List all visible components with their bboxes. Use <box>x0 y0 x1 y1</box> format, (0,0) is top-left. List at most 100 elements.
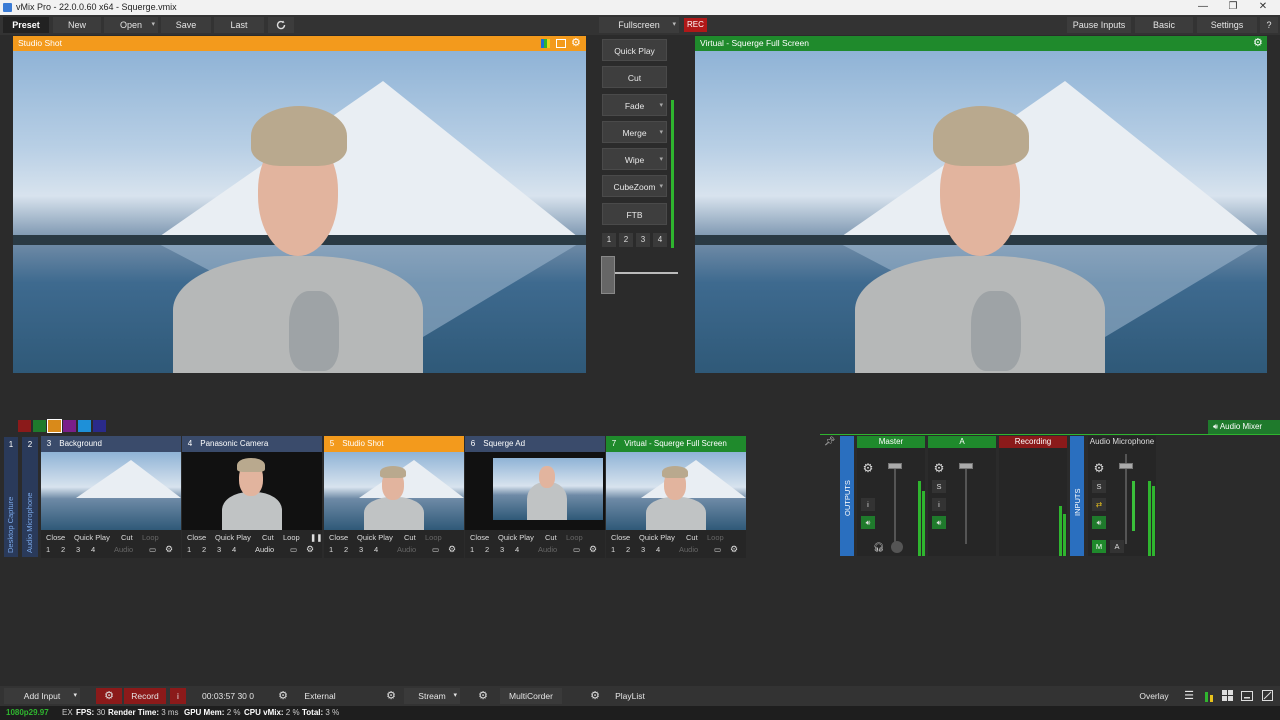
new-button[interactable]: New <box>53 17 101 33</box>
merge-button[interactable]: Merge ▾ <box>602 121 667 143</box>
overlay-1-button[interactable]: 1 <box>611 545 615 554</box>
monitor-icon[interactable]: ▭ <box>149 545 156 554</box>
transition-4-button[interactable]: 4 <box>653 233 667 247</box>
input-cut-button[interactable]: Cut <box>121 533 133 542</box>
master-info-button[interactable]: i <box>861 498 875 511</box>
overlay-2-button[interactable]: 2 <box>61 545 65 554</box>
quick-play-button[interactable]: Quick Play <box>602 39 667 61</box>
external-gear-icon[interactable]: ⚙ <box>270 688 296 704</box>
overlay-3-button[interactable]: 3 <box>500 545 504 554</box>
overlay-2-button[interactable]: 2 <box>626 545 630 554</box>
settings-button[interactable]: Settings <box>1197 17 1257 33</box>
minimize-button[interactable]: — <box>1188 1 1218 14</box>
input-loop-button[interactable]: Loop <box>283 533 300 542</box>
input-thumbnail[interactable] <box>324 452 464 530</box>
monitor-icon[interactable]: ▭ <box>714 545 721 554</box>
color-filter-purple[interactable] <box>63 420 76 432</box>
overlay-2-button[interactable]: 2 <box>344 545 348 554</box>
input-header[interactable]: 5 Studio Shot <box>324 436 464 452</box>
bus-a-solo-button[interactable]: S <box>932 480 946 493</box>
input-audio-button[interactable]: Audio <box>397 545 416 554</box>
bus-a-fader[interactable] <box>959 463 973 469</box>
monitor-icon[interactable]: ▭ <box>432 545 439 554</box>
input-loop-button[interactable]: Loop <box>142 533 159 542</box>
wipe-button[interactable]: Wipe ▾ <box>602 148 667 170</box>
input-close-button[interactable]: Close <box>470 533 489 542</box>
input-cut-button[interactable]: Cut <box>404 533 416 542</box>
fullscreen-button[interactable]: Fullscreen <box>599 17 679 33</box>
external-button[interactable]: External <box>298 688 342 704</box>
output-gear-icon[interactable]: ⚙ <box>1253 36 1263 51</box>
input-loop-button[interactable]: Loop <box>566 533 583 542</box>
overlay-2-button[interactable]: 2 <box>202 545 206 554</box>
record-info-button[interactable]: i <box>170 688 186 704</box>
input-close-button[interactable]: Close <box>329 533 348 542</box>
input-quick-play-button[interactable]: Quick Play <box>357 533 393 542</box>
input-audio-button[interactable]: Audio <box>114 545 133 554</box>
transition-2-button[interactable]: 2 <box>619 233 633 247</box>
input-cut-button[interactable]: Cut <box>686 533 698 542</box>
overlay-4-button[interactable]: 4 <box>91 545 95 554</box>
pause-inputs-button[interactable]: Pause Inputs <box>1067 17 1131 33</box>
last-button[interactable]: Last <box>214 17 264 33</box>
open-button[interactable]: Open <box>104 17 158 33</box>
input-audio-button[interactable]: Audio <box>255 545 274 554</box>
color-filter-navy[interactable] <box>93 420 106 432</box>
input-header[interactable]: 6 Squerge Ad <box>465 436 605 452</box>
list-view-icon[interactable]: ☰ <box>1182 688 1196 704</box>
pin-icon[interactable]: 📌︎ <box>824 436 835 446</box>
overlay-1-button[interactable]: 1 <box>46 545 50 554</box>
master-speaker-icon[interactable]: 🔊︎ <box>861 516 875 529</box>
overlay-1-button[interactable]: 1 <box>470 545 474 554</box>
save-button[interactable]: Save <box>161 17 211 33</box>
input-thumbnail[interactable] <box>465 452 605 530</box>
input-gear-icon[interactable]: ⚙ <box>448 544 456 555</box>
input-quick-play-button[interactable]: Quick Play <box>639 533 675 542</box>
restore-button[interactable]: ❐ <box>1218 1 1248 14</box>
input-header[interactable]: 7 Virtual - Squerge Full Screen <box>606 436 746 452</box>
color-filter-orange[interactable] <box>47 419 62 433</box>
input-quick-play-button[interactable]: Quick Play <box>74 533 110 542</box>
bus-a-gear-icon[interactable]: ⚙ <box>932 462 946 475</box>
record-button[interactable]: Record <box>124 688 166 704</box>
transition-3-button[interactable]: 3 <box>636 233 650 247</box>
cut-button[interactable]: Cut <box>602 66 667 88</box>
input-card[interactable]: 3 Background Close Quick Play Cut Loop 1… <box>41 436 181 558</box>
input-thumbnail[interactable] <box>606 452 746 530</box>
input-audio-button[interactable]: Audio <box>679 545 698 554</box>
input-gear-icon[interactable]: ⚙ <box>165 544 173 555</box>
fade-dropdown-icon[interactable]: ▾ <box>659 95 663 117</box>
audio-mixer-tab[interactable]: 🔊︎ Audio Mixer <box>1208 420 1280 434</box>
multicorder-button[interactable]: MultiCorder <box>500 688 562 704</box>
input-card[interactable]: 6 Squerge Ad Close Quick Play Cut Loop 1… <box>465 436 605 558</box>
overlay-3-button[interactable]: 3 <box>217 545 221 554</box>
input-close-button[interactable]: Close <box>611 533 630 542</box>
playlist-gear-icon[interactable]: ⚙ <box>582 688 608 704</box>
master-gear-icon[interactable]: ⚙ <box>861 462 875 475</box>
mic-gear-icon[interactable]: ⚙ <box>1092 462 1106 475</box>
input-quick-play-button[interactable]: Quick Play <box>215 533 251 542</box>
color-filter-green[interactable] <box>33 420 46 432</box>
level-meter-icon[interactable] <box>1202 688 1216 704</box>
mic-solo-button[interactable]: S <box>1092 480 1106 493</box>
input-card[interactable]: 4 Panasonic Camera Close Quick Play Cut … <box>182 436 323 558</box>
mic-bus-a-button[interactable]: A <box>1110 540 1124 553</box>
tab-2-audio-microphone[interactable]: 2 Audio Microphone <box>22 437 38 557</box>
stream-dropdown-icon[interactable]: ▾ <box>453 688 457 704</box>
preview-video[interactable] <box>13 51 586 373</box>
mic-fader[interactable] <box>1119 463 1133 469</box>
keyboard-icon[interactable] <box>1240 688 1254 704</box>
overlay-2-button[interactable]: 2 <box>485 545 489 554</box>
input-gear-icon[interactable]: ⚙ <box>730 544 738 555</box>
input-close-button[interactable]: Close <box>46 533 65 542</box>
transition-1-button[interactable]: 1 <box>602 233 616 247</box>
input-thumbnail[interactable] <box>41 452 181 530</box>
fullscreen-toggle-icon[interactable] <box>1260 688 1274 704</box>
overlay-4-button[interactable]: 4 <box>656 545 660 554</box>
playlist-button[interactable]: PlayList <box>608 688 652 704</box>
cubezoom-button[interactable]: CubeZoom ▾ <box>602 175 667 197</box>
basic-button[interactable]: Basic <box>1135 17 1193 33</box>
add-input-button[interactable]: Add Input ▾ <box>4 688 80 704</box>
overlay-1-button[interactable]: 1 <box>329 545 333 554</box>
merge-dropdown-icon[interactable]: ▾ <box>659 122 663 144</box>
